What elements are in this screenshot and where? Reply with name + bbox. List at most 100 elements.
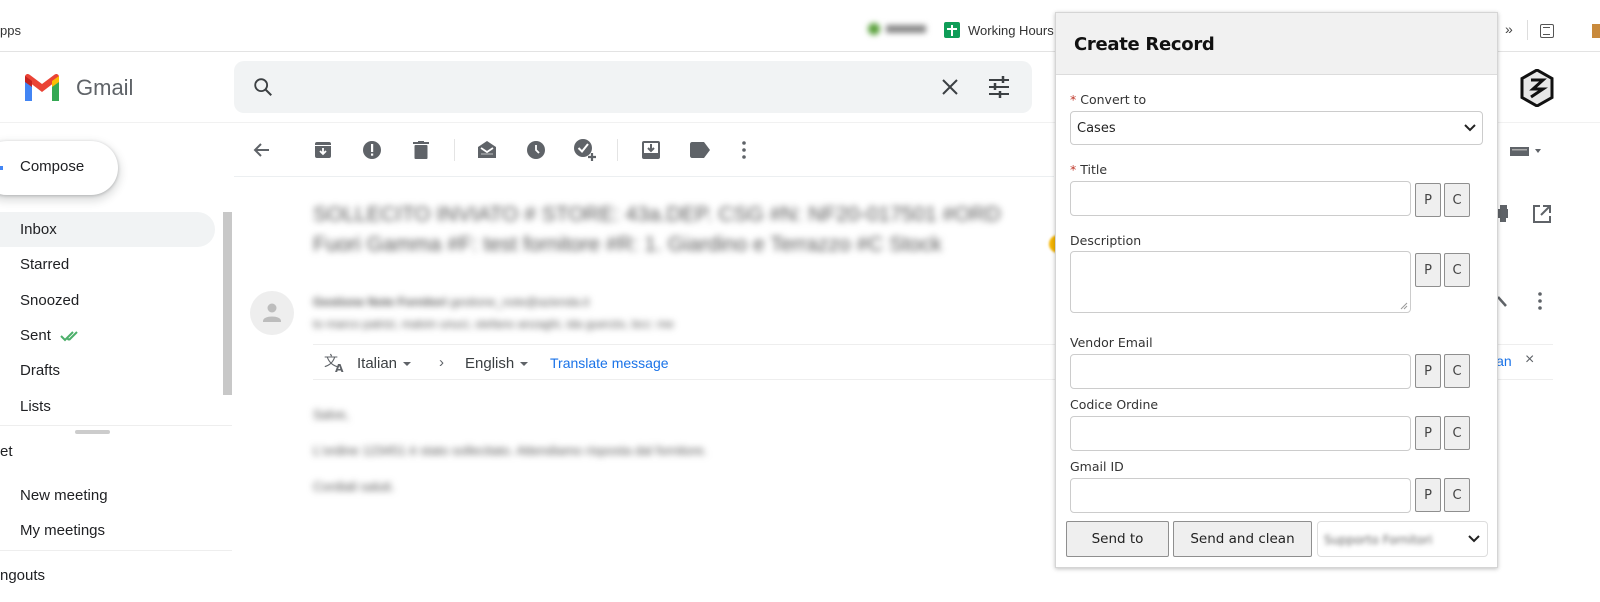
gmail-id-input[interactable]	[1070, 478, 1411, 513]
sidebar-item-snoozed[interactable]: Snoozed	[0, 283, 215, 318]
caret-down-icon	[520, 362, 529, 367]
section-resize-handle[interactable]	[75, 430, 110, 434]
translate-icon: 文A	[324, 354, 344, 373]
gmail-logo[interactable]: Gmail	[22, 73, 133, 103]
resize-grip-icon[interactable]	[1400, 302, 1408, 310]
meet-new-meeting[interactable]: New meeting	[0, 478, 215, 513]
report-spam-icon	[363, 141, 381, 159]
description-c-button[interactable]: C	[1444, 253, 1470, 287]
print-button[interactable]	[1498, 205, 1510, 223]
report-spam-button[interactable]	[360, 138, 384, 162]
toolbar-divider	[454, 139, 455, 161]
hangouts-section-title: ngouts	[0, 567, 46, 584]
gmail-brand: Gmail	[76, 75, 134, 100]
create-record-panel: Create Record * Convert to Cases * Title P…	[1055, 12, 1498, 568]
subject-line-2: Fuori Gamma #F: test fornitore #R: 1. Gi…	[313, 233, 942, 256]
svg-text:A: A	[335, 362, 344, 373]
target-language-label: English	[465, 355, 515, 372]
bookmark-blurred[interactable]	[868, 23, 930, 35]
convert-to-select[interactable]: Cases	[1070, 111, 1483, 145]
bookmark-icon	[868, 23, 880, 35]
bookmark-apps[interactable]: pps	[0, 23, 21, 38]
move-to-inbox-icon	[642, 141, 660, 159]
codice-ordine-input[interactable]	[1070, 416, 1411, 451]
bookmark-blurred-label	[886, 25, 926, 33]
translate-message-link[interactable]: Translate message	[550, 355, 669, 371]
sidebar: Compose Inbox Starred Snoozed Sent Draft…	[0, 123, 232, 602]
caret-down-icon	[403, 362, 412, 367]
source-language-select[interactable]: Italian	[357, 355, 412, 372]
sender-name: Gestione Note Fornitori	[313, 295, 448, 309]
bookmark-cut-icon[interactable]	[1592, 24, 1600, 38]
vendor-email-c-button[interactable]: C	[1444, 354, 1470, 388]
vendor-email-p-button[interactable]: P	[1415, 354, 1441, 388]
clear-search-icon[interactable]	[940, 77, 960, 97]
title-input[interactable]	[1070, 181, 1411, 216]
arrow-left-icon	[253, 143, 269, 157]
description-p-button[interactable]: P	[1415, 253, 1441, 287]
meet-my-meetings[interactable]: My meetings	[0, 513, 215, 548]
title-c-button[interactable]: C	[1444, 183, 1470, 217]
sidebar-scrollbar[interactable]	[223, 212, 232, 395]
sidebar-item-inbox[interactable]: Inbox	[0, 212, 215, 247]
recipients[interactable]: to marco patrizi, malvin unuci, stefano …	[313, 317, 674, 331]
send-and-clean-button[interactable]: Send and clean	[1173, 521, 1312, 557]
title-label-text: Title	[1080, 162, 1108, 177]
back-button[interactable]	[250, 138, 274, 162]
compose-button[interactable]: Compose	[0, 141, 118, 195]
sidebar-item-sent[interactable]: Sent	[0, 318, 215, 353]
search-options-icon[interactable]	[988, 76, 1010, 98]
labels-button[interactable]	[688, 138, 712, 162]
reply-button[interactable]	[1497, 296, 1507, 308]
sidebar-item-lists[interactable]: Lists	[0, 389, 215, 424]
vendor-email-label: Vendor Email	[1070, 335, 1153, 350]
more-vert-icon	[1538, 292, 1542, 310]
reading-list-icon[interactable]	[1540, 24, 1554, 38]
target-language-select[interactable]: English	[465, 355, 529, 372]
convert-to-label-text: Convert to	[1080, 92, 1147, 107]
delete-button[interactable]	[409, 138, 433, 162]
codice-ordine-c-button[interactable]: C	[1444, 416, 1470, 450]
gmail-id-c-button[interactable]: C	[1444, 478, 1470, 512]
sender-info[interactable]: Gestione Note Fornitori gestione_note@az…	[313, 295, 589, 309]
search-icon[interactable]	[252, 76, 274, 98]
sidebar-item-starred[interactable]: Starred	[0, 247, 215, 282]
open-new-window-button[interactable]	[1533, 205, 1551, 223]
mark-unread-button[interactable]	[475, 138, 499, 162]
archive-button[interactable]	[311, 138, 335, 162]
sender-avatar[interactable]	[250, 291, 294, 335]
search-bar[interactable]	[234, 61, 1032, 113]
email-subject: SOLLECITO INVIATO # STORE: 43a.DEP. CSG …	[313, 200, 1058, 260]
mark-unread-icon	[478, 141, 496, 158]
message-more-button[interactable]	[1538, 292, 1542, 310]
search-input[interactable]	[294, 71, 914, 103]
bookmarks-overflow-button[interactable]: »	[1505, 21, 1513, 37]
snooze-button[interactable]	[524, 138, 548, 162]
codice-ordine-p-button[interactable]: P	[1415, 416, 1441, 450]
add-to-tasks-button[interactable]	[573, 138, 597, 162]
open-in-new-icon	[1533, 205, 1551, 223]
more-options-button[interactable]	[732, 138, 756, 162]
required-marker: *	[1070, 92, 1077, 107]
archive-icon	[315, 142, 331, 158]
move-to-button[interactable]	[639, 138, 663, 162]
vendor-email-input[interactable]	[1070, 354, 1411, 389]
sidebar-item-label: Lists	[20, 398, 51, 415]
description-textarea[interactable]	[1070, 251, 1411, 313]
panel-header[interactable]: Create Record	[1056, 13, 1497, 75]
gmail-id-p-button[interactable]: P	[1415, 478, 1441, 512]
send-to-button[interactable]: Send to	[1066, 521, 1169, 557]
chevron-down-icon	[1464, 124, 1476, 132]
title-p-button[interactable]: P	[1415, 183, 1441, 217]
sender-email: gestione_note@azienda.it	[450, 295, 590, 309]
input-tools-button[interactable]	[1510, 145, 1542, 157]
target-queue-select[interactable]: Supporto Fornitori	[1317, 521, 1488, 557]
target-queue-value: Supporto Fornitori	[1324, 533, 1433, 547]
close-translate-icon[interactable]: ×	[1525, 351, 1534, 369]
bookmark-working-hours[interactable]: Working Hours	[944, 22, 1054, 38]
sidebar-item-drafts[interactable]: Drafts	[0, 353, 215, 388]
description-label: Description	[1070, 233, 1142, 248]
extension-logo-icon[interactable]	[1520, 69, 1554, 107]
codice-ordine-label: Codice Ordine	[1070, 397, 1159, 412]
label-icon	[690, 142, 710, 158]
